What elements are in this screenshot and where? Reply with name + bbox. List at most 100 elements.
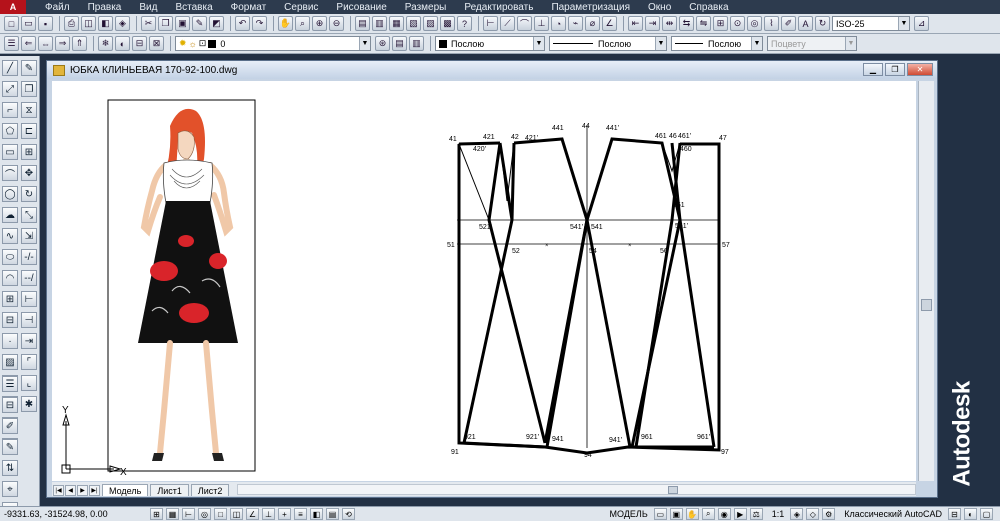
trim-icon[interactable]: -/- — [21, 249, 37, 265]
extend-icon[interactable]: --/ — [21, 270, 37, 286]
layer-manager-icon[interactable]: ▤ — [392, 36, 407, 51]
layer-merge-icon[interactable]: ⊠ — [149, 36, 164, 51]
dimstyle-icon[interactable]: ⊿ — [914, 16, 929, 31]
dim-diameter-icon[interactable]: ⌀ — [585, 16, 600, 31]
circle-icon[interactable]: ◯ — [2, 186, 18, 202]
object-snap-tracking-icon[interactable]: ∠ — [246, 508, 259, 520]
redo-icon[interactable]: ↷ — [252, 16, 267, 31]
menu-parametric[interactable]: Параметризация — [542, 2, 639, 13]
construction-line-icon[interactable]: ⤢ — [2, 81, 18, 97]
dim-baseline-icon[interactable]: ⇥ — [645, 16, 660, 31]
object-snap-icon[interactable]: ✎ — [2, 439, 18, 455]
ellipse-arc-icon[interactable]: ◠ — [2, 270, 18, 286]
dim-jog-line-icon[interactable]: ⌇ — [764, 16, 779, 31]
dim-continue-icon[interactable]: ⇹ — [662, 16, 677, 31]
quick-view-drawings-icon[interactable]: ▣ — [669, 508, 683, 520]
ortho-mode-icon[interactable]: ⊢ — [182, 508, 195, 520]
vertical-scrollbar[interactable] — [918, 81, 934, 481]
chevron-down-icon[interactable]: ▼ — [751, 37, 762, 50]
layer-previous-icon[interactable]: ⇐ — [21, 36, 36, 51]
block-editor-icon[interactable]: ◩ — [209, 16, 224, 31]
lock-icon[interactable]: ⊟ — [948, 508, 961, 520]
dim-jogged-icon[interactable]: ⌁ — [568, 16, 583, 31]
dimstyle-select[interactable]: ISO-25 ▼ — [832, 16, 910, 31]
first-tab-icon[interactable]: |◀ — [53, 485, 64, 496]
cursor-coordinates[interactable]: -9331.63, -31524.98, 0.00 — [0, 509, 150, 519]
zoom-status-icon[interactable]: ⌕ — [701, 508, 715, 520]
edit-attribute-icon[interactable]: ✐ — [2, 418, 18, 434]
match-properties-icon[interactable]: ✎ — [192, 16, 207, 31]
workspace-switch[interactable]: Классический AutoCAD — [844, 509, 942, 519]
layer-previous-2-icon[interactable]: ▥ — [409, 36, 424, 51]
layer-states-icon[interactable]: ☰ — [4, 36, 19, 51]
polyline-icon[interactable]: ⌐ — [2, 102, 18, 118]
showmotion-icon[interactable]: ▶ — [733, 508, 747, 520]
print-icon[interactable]: ⎙ — [64, 16, 79, 31]
zoom-window-icon[interactable]: ⊕ — [312, 16, 327, 31]
polar-tracking-icon[interactable]: ◎ — [198, 508, 211, 520]
quick-view-layouts-icon[interactable]: ▭ — [653, 508, 667, 520]
point-icon[interactable]: · — [2, 333, 18, 349]
break-point-icon[interactable]: ⊢ — [21, 291, 37, 307]
3d-dwf-icon[interactable]: ◈ — [115, 16, 130, 31]
layer-properties-icon[interactable]: ☰ — [2, 376, 18, 392]
tab-layout2[interactable]: Лист2 — [190, 484, 230, 496]
layer-walk-icon[interactable]: ⇑ — [72, 36, 87, 51]
app-logo[interactable]: A — [0, 0, 26, 14]
quick-dim-icon[interactable]: ⇤ — [628, 16, 643, 31]
draworder-icon[interactable]: ⇅ — [2, 460, 18, 476]
new-file-icon[interactable]: □ — [4, 16, 19, 31]
model-space-label[interactable]: МОДЕЛЬ — [610, 509, 648, 519]
tab-model[interactable]: Модель — [102, 484, 149, 496]
rectangle-icon[interactable]: ▭ — [2, 144, 18, 160]
undo-icon[interactable]: ↶ — [235, 16, 250, 31]
menu-help[interactable]: Справка — [680, 2, 737, 13]
spline-icon[interactable]: ∿ — [2, 228, 18, 244]
menu-file[interactable]: Файл — [36, 2, 79, 13]
join-icon[interactable]: ⇥ — [21, 333, 37, 349]
chevron-down-icon[interactable]: ▼ — [898, 17, 909, 30]
menu-window[interactable]: Окно — [639, 2, 680, 13]
dim-aligned-icon[interactable]: ⟋ — [500, 16, 515, 31]
horizontal-scrollbar[interactable] — [237, 484, 916, 495]
dim-linear-icon[interactable]: ⊢ — [483, 16, 498, 31]
menu-edit[interactable]: Правка — [79, 2, 131, 13]
menu-tools[interactable]: Сервис — [275, 2, 327, 13]
line-icon[interactable]: ╱ — [2, 60, 18, 76]
snap-mode-icon[interactable]: ⊞ — [150, 508, 163, 520]
quickcalc-icon[interactable]: ▩ — [440, 16, 455, 31]
rotate-icon[interactable]: ↻ — [21, 186, 37, 202]
mirror-icon[interactable]: ⧖ — [21, 102, 37, 118]
erase-icon[interactable]: ✎ — [21, 60, 37, 76]
offset-icon[interactable]: ⊏ — [21, 123, 37, 139]
pan-status-icon[interactable]: ✋ — [685, 508, 699, 520]
paste-icon[interactable]: ▣ — [175, 16, 190, 31]
tool-palettes-icon[interactable]: ▦ — [389, 16, 404, 31]
make-block-icon[interactable]: ⊟ — [2, 312, 18, 328]
arc-icon[interactable]: ⌒ — [2, 165, 18, 181]
chevron-down-icon[interactable]: ▼ — [359, 37, 370, 50]
dim-edit-icon[interactable]: ✐ — [781, 16, 796, 31]
sheet-set-icon[interactable]: ▧ — [406, 16, 421, 31]
clean-screen-icon[interactable]: ▢ — [980, 508, 993, 520]
help-icon[interactable]: ? — [457, 16, 472, 31]
markup-icon[interactable]: ▨ — [423, 16, 438, 31]
dynamic-ucs-icon[interactable]: ⊥ — [262, 508, 275, 520]
linetype-select[interactable]: Послою ▼ — [549, 36, 667, 51]
inquiry-icon[interactable]: ⌖ — [2, 481, 18, 497]
minimize-icon[interactable]: ▁ — [863, 63, 883, 76]
model-space-canvas[interactable]: Y X × × 41 421 42 421' 420' 441 44 441' … — [52, 81, 916, 481]
properties-icon[interactable]: ▤ — [355, 16, 370, 31]
zoom-previous-icon[interactable]: ⊖ — [329, 16, 344, 31]
polygon-icon[interactable]: ⬠ — [2, 123, 18, 139]
stretch-icon[interactable]: ⇲ — [21, 228, 37, 244]
grid-display-icon[interactable]: ▦ — [166, 508, 179, 520]
copy-icon[interactable]: ❐ — [158, 16, 173, 31]
layer-lock-icon[interactable]: ⊟ — [132, 36, 147, 51]
menu-insert[interactable]: Вставка — [166, 2, 221, 13]
menu-view[interactable]: Вид — [130, 2, 166, 13]
tolerance-icon[interactable]: ⊞ — [713, 16, 728, 31]
tab-layout1[interactable]: Лист1 — [150, 484, 189, 496]
last-tab-icon[interactable]: ▶| — [89, 485, 100, 496]
dim-ordinate-icon[interactable]: ⊥ — [534, 16, 549, 31]
